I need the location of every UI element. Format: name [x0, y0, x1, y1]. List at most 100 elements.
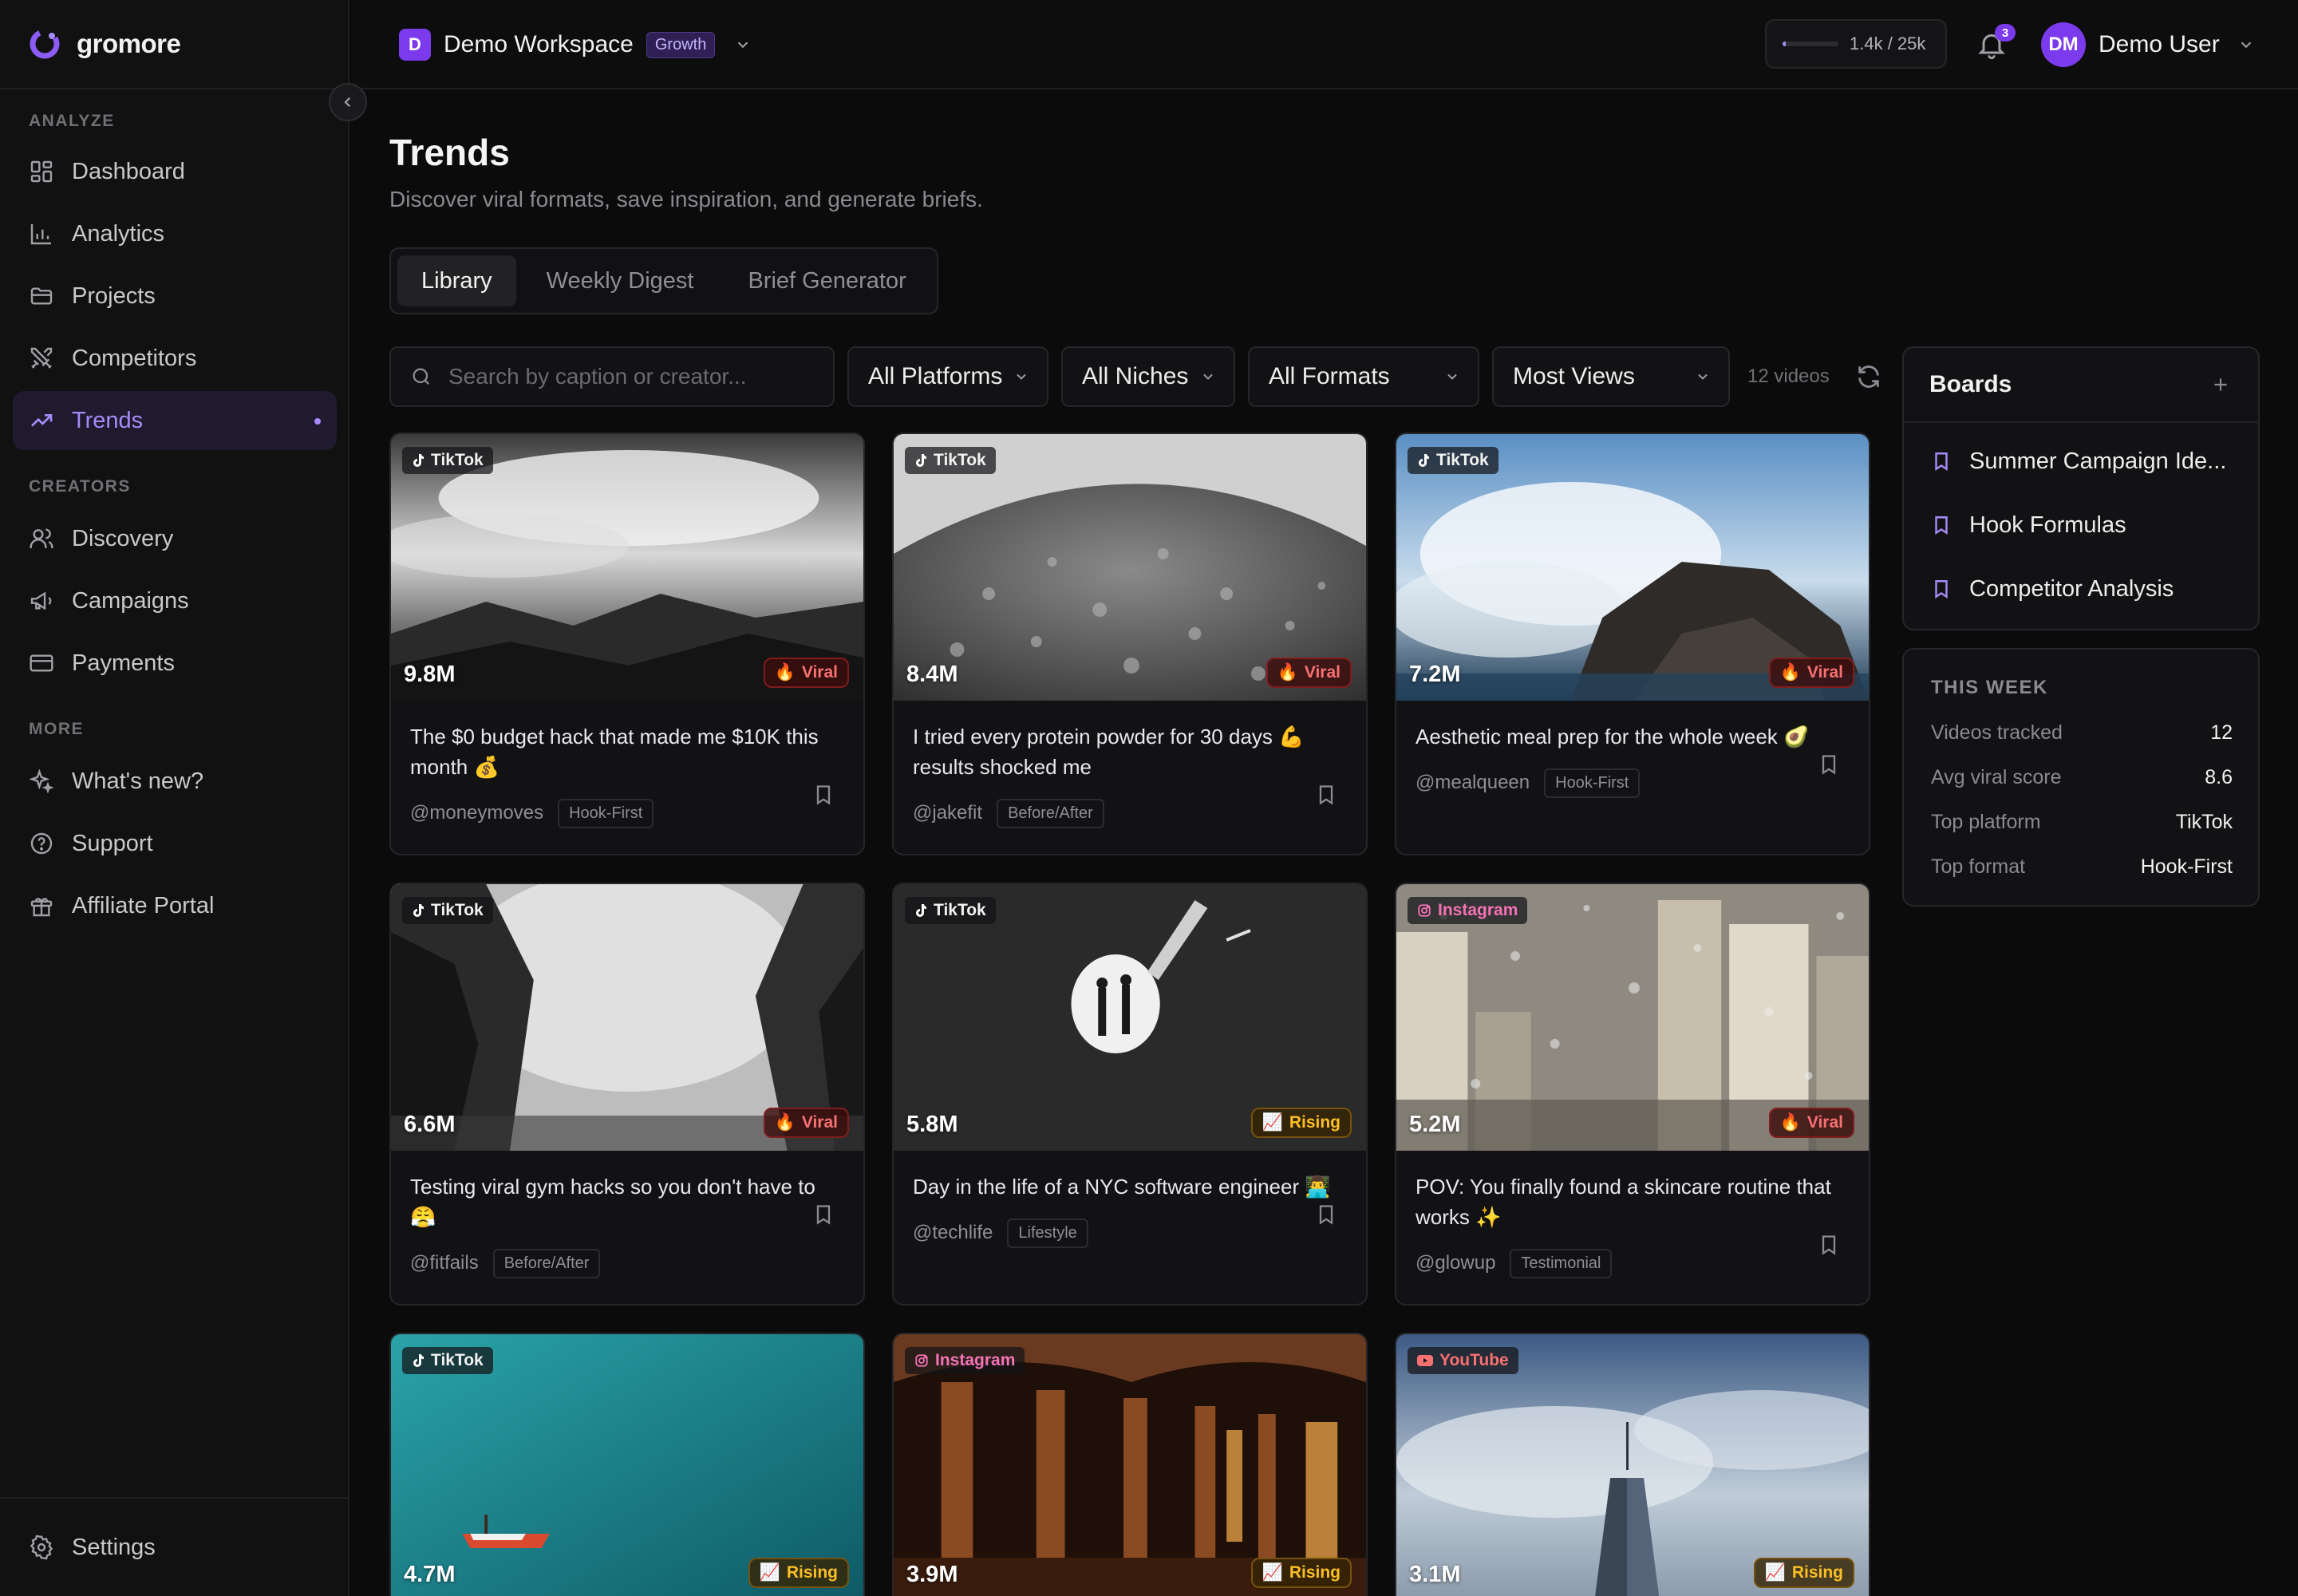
stat-row: Avg viral score 8.6	[1931, 766, 2233, 789]
page-title: Trends	[389, 132, 510, 173]
instagram-icon	[915, 1354, 928, 1367]
niche-select[interactable]: All Niches	[1061, 346, 1235, 407]
format-select[interactable]: All Formats	[1248, 346, 1479, 407]
platform-select[interactable]: All Platforms	[847, 346, 1048, 407]
status-badge: 🔥 Viral	[1265, 658, 1352, 688]
platform-badge: YouTube	[1408, 1347, 1518, 1374]
video-caption: I tried every protein powder for 30 days…	[913, 725, 1305, 779]
user-menu[interactable]: DM Demo User	[2041, 22, 2255, 67]
creator-handle[interactable]: @mealqueen	[1416, 772, 1530, 794]
fire-icon: 🔥	[1779, 1113, 1801, 1132]
sidebar-item-campaigns[interactable]: Campaigns	[13, 571, 337, 630]
sidebar-item-analytics[interactable]: Analytics	[13, 204, 337, 263]
refresh-icon[interactable]	[1855, 363, 1882, 390]
creator-handle[interactable]: @jakefit	[913, 802, 982, 824]
sidebar-item-settings[interactable]: Settings	[13, 1518, 337, 1577]
sidebar-item-affiliate-portal[interactable]: Affiliate Portal	[13, 876, 337, 935]
sidebar-item-projects[interactable]: Projects	[13, 267, 337, 326]
video-thumbnail[interactable]: TikTok 6.6M 🔥 Viral	[391, 884, 863, 1151]
usage-meter[interactable]: 1.4k / 25k	[1765, 19, 1947, 69]
fire-icon: 🔥	[1779, 663, 1801, 681]
divider	[0, 88, 349, 89]
bookmark-icon[interactable]	[1818, 1234, 1840, 1256]
gift-icon	[30, 898, 53, 917]
sidebar-item-dashboard[interactable]: Dashboard	[13, 142, 337, 201]
video-thumbnail[interactable]: TikTok 9.8M 🔥 Viral	[391, 434, 863, 701]
filter-bar: All Platforms All Niches All Formats Mos…	[389, 346, 1882, 407]
video-thumbnail[interactable]: YouTube 3.1M 📈 Rising	[1396, 1334, 1869, 1596]
search-input[interactable]	[448, 364, 800, 389]
tab-library[interactable]: Library	[397, 255, 516, 306]
search-box[interactable]	[389, 346, 835, 407]
bookmark-icon[interactable]	[1315, 1203, 1337, 1226]
creator-handle[interactable]: @glowup	[1416, 1252, 1495, 1274]
creator-handle[interactable]: @fitfails	[410, 1252, 479, 1274]
view-count: 7.2M	[1409, 662, 1461, 687]
creator-handle[interactable]: @techlife	[913, 1222, 993, 1244]
niche-select-value: All Niches	[1082, 363, 1189, 389]
bookmark-icon[interactable]	[1818, 753, 1840, 776]
sidebar-item-competitors[interactable]: Competitors	[13, 329, 337, 388]
video-card[interactable]: YouTube 3.1M 📈 Rising	[1395, 1333, 1870, 1596]
video-thumbnail[interactable]: Instagram 5.2M 🔥 Viral	[1396, 884, 1869, 1151]
sidebar-item-trends[interactable]: Trends	[13, 391, 337, 450]
tab-weekly-digest[interactable]: Weekly Digest	[523, 255, 718, 306]
board-item[interactable]: Hook Formulas	[1931, 509, 2126, 541]
sidebar-item-label: Trends	[72, 407, 144, 433]
sidebar-item-payments[interactable]: Payments	[13, 634, 337, 693]
bookmark-icon[interactable]	[1315, 784, 1337, 806]
notifications-button[interactable]: 3	[1976, 24, 2016, 61]
tab-brief-generator[interactable]: Brief Generator	[724, 255, 930, 306]
video-card[interactable]: TikTok 9.8M 🔥 Viral The $0 budget hack th…	[389, 433, 865, 855]
stat-label: Top platform	[1931, 811, 2041, 833]
creator-handle[interactable]: @moneymoves	[410, 802, 543, 824]
sort-select[interactable]: Most Views	[1492, 346, 1730, 407]
plus-icon[interactable]	[2210, 374, 2231, 395]
workspace-name: Demo Workspace	[444, 31, 634, 57]
video-count: 12 videos	[1747, 365, 1830, 387]
video-card[interactable]: TikTok 5.8M 📈 Rising Day in the life of a…	[892, 883, 1368, 1306]
sidebar-item-whats-new[interactable]: What's new?	[13, 752, 337, 811]
video-card[interactable]: TikTok 7.2M 🔥 Viral Aesthetic meal prep f…	[1395, 433, 1870, 855]
video-thumbnail[interactable]: TikTok 5.8M 📈 Rising	[894, 884, 1366, 1151]
format-tag: Testimonial	[1510, 1248, 1613, 1278]
usage-progress-fill	[1783, 41, 1786, 46]
bookmark-icon[interactable]	[812, 784, 835, 806]
sidebar-item-label: Campaigns	[72, 587, 189, 614]
card-body: Testing viral gym hacks so you don't hav…	[391, 1151, 863, 1280]
bar-chart-icon	[30, 224, 51, 245]
video-card[interactable]: TikTok 6.6M 🔥 Viral Testing viral gym hac…	[389, 883, 865, 1306]
video-card[interactable]: TikTok 4.7M 📈 Rising	[389, 1333, 865, 1596]
sort-select-value: Most Views	[1513, 363, 1635, 389]
video-card[interactable]: TikTok 8.4M 🔥 Viral I tried every protein…	[892, 433, 1368, 855]
video-card[interactable]: Instagram 5.2M 🔥 Viral POV: You finally f…	[1395, 883, 1870, 1306]
stat-value: TikTok	[2175, 811, 2233, 833]
board-name: Summer Campaign Ide...	[1969, 448, 2227, 474]
topbar: D Demo Workspace Growth 1.4k / 25k 3 DM …	[351, 0, 2298, 89]
workspace-switcher[interactable]: D Demo Workspace Growth	[399, 29, 752, 61]
sidebar-item-discovery[interactable]: Discovery	[13, 509, 337, 568]
video-thumbnail[interactable]: TikTok 4.7M 📈 Rising	[391, 1334, 863, 1596]
brand[interactable]: gromore	[29, 26, 181, 62]
video-card[interactable]: Instagram 3.9M 📈 Rising	[892, 1333, 1368, 1596]
platform-badge: Instagram	[1408, 897, 1528, 924]
video-thumbnail[interactable]: Instagram 3.9M 📈 Rising	[894, 1334, 1366, 1596]
collapse-sidebar-button[interactable]	[329, 83, 367, 121]
bookmark-icon[interactable]	[812, 1203, 835, 1226]
video-thumbnail[interactable]: TikTok 8.4M 🔥 Viral	[894, 434, 1366, 701]
active-indicator-dot	[314, 418, 321, 425]
card-meta: @techlife Lifestyle	[913, 1216, 1347, 1250]
tiktok-icon	[413, 454, 424, 467]
board-item[interactable]: Summer Campaign Ide...	[1931, 445, 2226, 477]
sidebar-item-label: Analytics	[72, 220, 165, 247]
sidebar-item-support[interactable]: Support	[13, 814, 337, 873]
board-item[interactable]: Competitor Analysis	[1931, 573, 2174, 605]
bookmark-icon	[1935, 516, 1948, 535]
status-badge: 🔥 Viral	[763, 1108, 849, 1138]
video-thumbnail[interactable]: TikTok 7.2M 🔥 Viral	[1396, 434, 1869, 701]
search-icon	[413, 368, 430, 385]
tiktok-icon	[413, 904, 424, 917]
stat-value: 12	[2210, 721, 2233, 744]
tiktok-icon	[413, 1354, 424, 1367]
help-circle-icon	[30, 832, 53, 855]
